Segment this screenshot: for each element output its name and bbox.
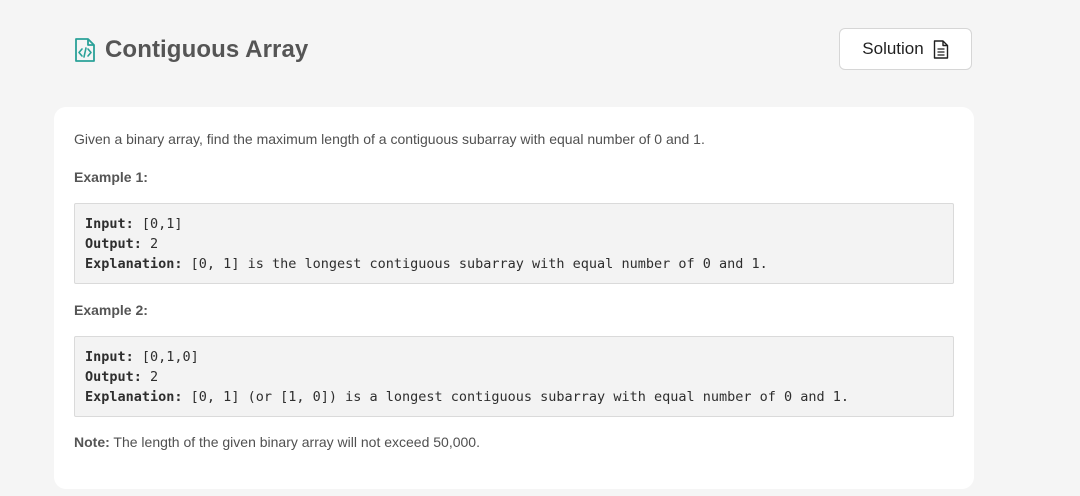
output-key: Output: [85,369,142,385]
explanation-key: Explanation: [85,256,183,272]
code-file-icon [74,37,96,63]
example-1-code-block: Input: [0,1] Output: 2 Explanation: [0, … [74,203,954,284]
solution-button[interactable]: Solution [839,28,972,70]
problem-card: Given a binary array, find the maximum l… [54,107,974,489]
page-header: Contiguous Array [74,36,308,64]
explanation-value: [0, 1] (or [1, 0]) is a longest contiguo… [182,389,850,405]
note-label: Note: [74,434,110,450]
output-key: Output: [85,236,142,252]
input-key: Input: [85,349,134,365]
example-2-label: Example 2: [74,302,148,318]
explanation-key: Explanation: [85,389,183,405]
problem-note: Note: The length of the given binary arr… [74,434,480,450]
input-value: [0,1] [133,216,183,232]
document-icon [933,39,949,59]
input-key: Input: [85,216,134,232]
input-value: [0,1,0] [133,349,199,365]
example-1-label: Example 1: [74,169,148,185]
output-value: 2 [141,369,159,385]
note-text: The length of the given binary array wil… [109,434,480,450]
example-2-code-block: Input: [0,1,0] Output: 2 Explanation: [0… [74,336,954,417]
explanation-value: [0, 1] is the longest contiguous subarra… [182,256,768,272]
solution-button-label: Solution [862,39,924,58]
output-value: 2 [141,236,159,252]
problem-description: Given a binary array, find the maximum l… [74,131,705,147]
page-title: Contiguous Array [105,36,309,63]
